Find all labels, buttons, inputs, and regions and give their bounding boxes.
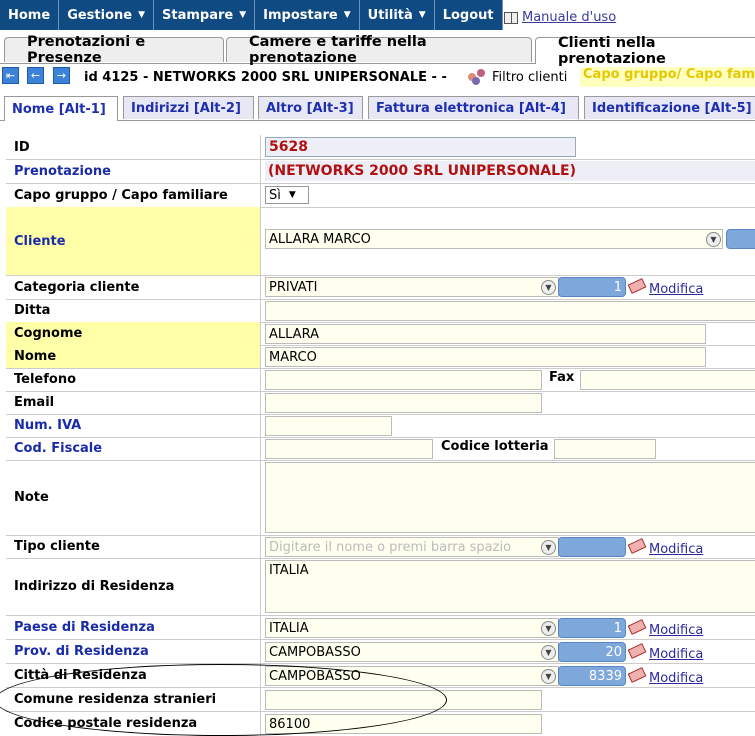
menu-impostare[interactable]: Impostare ▼ [255,0,360,30]
row-telefono: Telefono Fax [6,368,755,392]
iva-field[interactable] [265,416,392,436]
sub-tabs: Nome [Alt-1] Indirizzi [Alt-2] Altro [Al… [0,96,755,121]
row-nome: Nome MARCO [6,345,755,369]
row-categoria: Categoria cliente PRIVATI ▼ 1 Modifica [6,275,755,300]
row-citta: Città di Residenza CAMPOBASSO ▼ 8339 Mod… [6,663,755,688]
chevron-down-icon: ▼ [418,10,426,20]
ditta-field[interactable] [265,301,755,321]
pencil-icon[interactable] [627,667,647,683]
tab-altro[interactable]: Altro [Alt-3] [258,96,363,119]
row-note: Note [6,460,755,536]
cliente-id-box [726,229,755,249]
chevron-down-icon: ▼ [239,10,247,20]
lotteria-field[interactable] [554,439,656,459]
prov-num: 20 [558,642,626,662]
record-bar: ⇤ ← → id 4125 - NETWORKS 2000 SRL UNIPER… [0,67,755,87]
row-prov: Prov. di Residenza CAMPOBASSO ▼ 20 Modif… [6,639,755,664]
filter-clients[interactable]: Filtro clienti [468,69,567,85]
email-field[interactable] [265,393,542,413]
prenotazione-field: (NETWORKS 2000 SRL UNIPERSONALE) [265,161,755,181]
row-cliente: Cliente ALLARA MARCO ▼ [6,207,755,276]
tipo-field[interactable]: Digitare il nome o premi barra spazio [265,537,559,557]
prev-record-icon[interactable]: ← [27,67,44,84]
tab-camere[interactable]: Camere e tariffe nella prenotazione [226,34,532,66]
cognome-field[interactable]: ALLARA [265,324,706,344]
chevron-down-icon[interactable]: ▼ [541,645,556,660]
first-record-icon[interactable]: ⇤ [2,67,19,84]
prov-field[interactable]: CAMPOBASSO [265,642,559,662]
manual-link[interactable]: Manuale d'uso [504,10,616,25]
row-cognome: Cognome ALLARA [6,322,755,346]
chevron-down-icon[interactable]: ▼ [541,280,556,295]
tab-nome[interactable]: Nome [Alt-1] [4,96,118,121]
pencil-icon[interactable] [627,619,647,635]
paese-modifica-link[interactable]: Modifica [649,623,703,638]
tab-identificazione[interactable]: Identificazione [Alt-5] [584,96,755,119]
telefono-field[interactable] [265,370,542,390]
menu-utilita[interactable]: Utilità ▼ [359,0,435,30]
id-field: 5628 [265,137,576,157]
row-cap: Codice postale residenza 86100 [6,711,755,735]
nome-field[interactable]: MARCO [265,347,706,367]
citta-modifica-link[interactable]: Modifica [649,671,703,686]
citta-num: 8339 [558,666,626,686]
chevron-down-icon[interactable]: ▼ [541,540,556,555]
row-iva: Num. IVA [6,414,755,438]
people-icon [468,69,488,85]
tipo-num [558,537,626,557]
row-tipo: Tipo cliente Digitare il nome o premi ba… [6,535,755,559]
row-id: ID 5628 [6,135,755,160]
row-comune: Comune residenza stranieri [6,687,755,712]
row-capo: Capo gruppo / Capo familiare Sì ▼ [6,183,755,208]
chevron-down-icon[interactable]: ▼ [541,621,556,636]
comune-field[interactable] [265,690,542,710]
chevron-down-icon[interactable]: ▼ [706,232,721,247]
tab-indirizzi[interactable]: Indirizzi [Alt-2] [123,96,254,119]
top-menu: Home Gestione ▼ Stampare ▼ Impostare ▼ Util… [0,0,503,30]
cf-field[interactable] [265,439,433,459]
tab-clienti[interactable]: Clienti nella prenotazione [535,35,755,67]
record-title: id 4125 - NETWORKS 2000 SRL UNIPERSONALE… [84,70,447,85]
categoria-modifica-link[interactable]: Modifica [649,282,703,297]
fax-field[interactable] [580,370,755,390]
row-indirizzo: Indirizzo di Residenza ITALIA [6,558,755,616]
row-cf: Cod. Fiscale Codice lotteria [6,437,755,461]
book-icon [504,11,518,24]
categoria-field[interactable]: PRIVATI [265,277,559,297]
row-email: Email [6,391,755,415]
next-record-icon[interactable]: → [53,67,70,84]
row-prenotazione: Prenotazione (NETWORKS 2000 SRL UNIPERSO… [6,159,755,184]
capo-select[interactable]: Sì ▼ [265,186,309,204]
indirizzo-textarea[interactable]: ITALIA [265,560,755,613]
menu-logout[interactable]: Logout [434,0,503,30]
menu-home[interactable]: Home [0,0,60,30]
tab-fattura[interactable]: Fattura elettronica [Alt-4] [368,96,579,119]
tab-prenotazioni[interactable]: Prenotazioni e Presenze [4,34,224,66]
row-paese: Paese di Residenza ITALIA ▼ 1 Modifica [6,615,755,640]
chevron-down-icon[interactable]: ▼ [541,669,556,684]
cliente-field[interactable]: ALLARA MARCO [265,229,723,249]
paese-num: 1 [558,618,626,638]
pencil-icon[interactable] [627,643,647,659]
paese-field[interactable]: ITALIA [265,618,559,638]
filter-input[interactable]: Capo gruppo/ Capo familiare [580,67,755,87]
prov-modifica-link[interactable]: Modifica [649,647,703,662]
menu-stampare[interactable]: Stampare ▼ [154,0,256,30]
pencil-icon[interactable] [627,278,647,294]
citta-field[interactable]: CAMPOBASSO [265,666,559,686]
chevron-down-icon: ▼ [138,10,146,20]
cap-field[interactable]: 86100 [265,714,542,734]
chevron-down-icon: ▼ [343,10,351,20]
pencil-icon[interactable] [627,538,647,554]
main-tabs: Prenotazioni e Presenze Camere e tariffe… [0,34,755,67]
row-ditta: Ditta [6,299,755,323]
note-textarea[interactable] [265,462,755,533]
tipo-modifica-link[interactable]: Modifica [649,542,703,557]
chevron-down-icon: ▼ [288,190,296,200]
menu-gestione[interactable]: Gestione ▼ [59,0,155,30]
categoria-num: 1 [558,277,626,297]
